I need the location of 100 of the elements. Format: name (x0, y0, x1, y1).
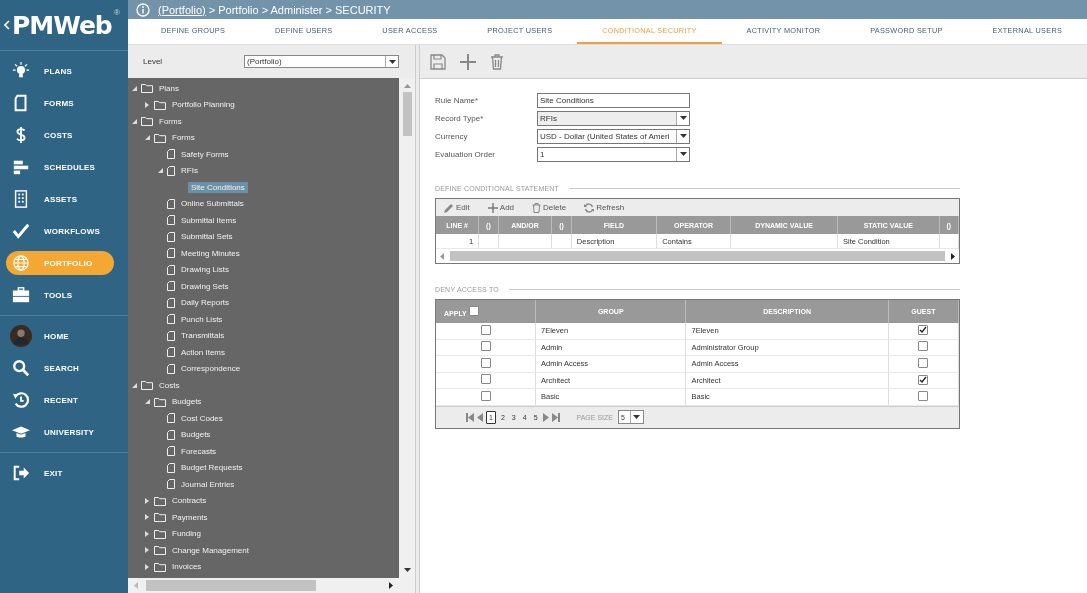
checkbox[interactable] (918, 390, 929, 401)
nav-item[interactable]: TOOLS (6, 279, 122, 311)
toolbar-button[interactable]: Edit (444, 202, 470, 213)
tree-item[interactable]: Site Conditions (188, 181, 248, 193)
tree-item[interactable]: Meeting Minutes (178, 247, 243, 259)
info-icon[interactable] (136, 2, 150, 17)
nav-item[interactable]: HOME (6, 320, 122, 352)
scrollbar-thumb[interactable] (450, 251, 945, 261)
back-icon[interactable] (4, 20, 10, 30)
nav-item[interactable]: EXIT (6, 457, 122, 489)
tree-item[interactable]: Funding (169, 528, 204, 540)
tree-item[interactable]: Submittal Items (178, 214, 240, 226)
nav-item[interactable]: SCHEDULES (6, 151, 122, 183)
delete-icon[interactable] (490, 53, 504, 70)
tree-item[interactable]: Action Items (178, 346, 228, 358)
first-page-icon[interactable] (466, 412, 474, 422)
tree-item[interactable]: RFIs (178, 165, 201, 177)
nav-item[interactable]: ASSETS (6, 183, 122, 215)
dropdown-caret-icon[interactable] (679, 152, 687, 156)
save-icon[interactable] (430, 53, 446, 70)
tree-item[interactable]: Portfolio Planning (169, 99, 238, 111)
checkbox[interactable] (480, 374, 491, 385)
nav-item[interactable]: FORMS (6, 87, 122, 119)
collapse-arrow-icon[interactable] (132, 382, 137, 388)
dropdown-caret-icon[interactable] (388, 59, 396, 64)
collapse-arrow-icon[interactable] (132, 85, 137, 91)
next-page-icon[interactable] (542, 412, 549, 422)
checkbox[interactable] (918, 325, 929, 336)
collapse-arrow-icon[interactable] (145, 135, 150, 141)
tree-item[interactable]: Submittal Sets (178, 231, 236, 243)
tree-item[interactable]: Cost Codes (178, 412, 226, 424)
add-icon[interactable] (460, 53, 476, 70)
tree-item[interactable]: Safety Forms (178, 148, 232, 160)
tree-item[interactable]: Forms (169, 132, 198, 144)
scroll-up-icon[interactable] (403, 84, 411, 88)
scrollbar-thumb[interactable] (146, 580, 316, 591)
tree-item[interactable]: Change Management (169, 544, 252, 556)
document-icon (167, 363, 175, 374)
toolbar-button[interactable]: Add (487, 202, 515, 213)
tree-item[interactable]: Costs (156, 379, 183, 391)
expand-arrow-icon[interactable] (145, 547, 149, 554)
tree-item[interactable]: Plans (156, 82, 182, 94)
checkbox[interactable] (918, 341, 929, 352)
nav-item[interactable]: PLANS (6, 55, 122, 87)
nav-item[interactable]: RECENT (6, 384, 122, 416)
expand-arrow-icon[interactable] (145, 563, 149, 570)
expand-arrow-icon[interactable] (145, 497, 149, 504)
checkbox[interactable] (480, 324, 491, 335)
tree-item[interactable]: Contracts (169, 495, 210, 507)
checkbox[interactable] (918, 374, 929, 385)
expand-arrow-icon[interactable] (145, 101, 149, 108)
tree-item[interactable]: Transmittals (178, 330, 228, 342)
tree-item[interactable]: Punch Lists (178, 313, 226, 325)
tree-item[interactable]: Drawing Sets (178, 280, 232, 292)
collapse-arrow-icon[interactable] (145, 399, 150, 405)
tree-item[interactable]: Budget Requests (178, 462, 246, 474)
tree-item[interactable]: Correspondence (178, 363, 244, 375)
tree-item[interactable]: Online Submittals (178, 198, 247, 210)
nav-item[interactable]: WORKFLOWS (6, 215, 122, 247)
tree-item[interactable]: Forecasts (178, 445, 220, 457)
dropdown-caret-icon[interactable] (679, 134, 687, 138)
folder-icon (141, 380, 153, 391)
level-dropdown[interactable]: (Portfolio) (244, 55, 399, 68)
expand-arrow-icon[interactable] (145, 514, 149, 521)
dropdown[interactable]: USD - Dollar (United States of Ameri (537, 128, 690, 144)
scroll-right-icon[interactable] (951, 252, 955, 260)
collapse-arrow-icon[interactable] (132, 118, 137, 124)
nav-item[interactable]: SEARCH (6, 352, 122, 384)
tree-item[interactable]: Payments (169, 511, 211, 523)
checkbox[interactable] (480, 341, 491, 352)
input-field[interactable]: Site Conditions (537, 92, 690, 108)
folder-icon (154, 512, 166, 523)
checkbox[interactable] (480, 357, 491, 368)
previous-page-icon[interactable] (477, 412, 483, 422)
delete-icon (532, 202, 542, 213)
dropdown[interactable]: 1 (537, 146, 690, 162)
dropdown-caret-icon[interactable] (633, 415, 641, 419)
breadcrumb-link[interactable]: (Portfolio) (158, 3, 206, 16)
scroll-down-icon[interactable] (403, 568, 411, 572)
tree-item[interactable]: Budgets (169, 396, 205, 408)
checkbox[interactable] (480, 390, 491, 401)
checkbox[interactable] (468, 306, 479, 316)
scrollbar-thumb[interactable] (402, 92, 412, 136)
tree-item[interactable]: Journal Entries (178, 478, 238, 490)
tree-item[interactable]: Drawing Lists (178, 264, 232, 276)
folder-icon (154, 132, 166, 143)
scroll-left-icon[interactable] (440, 252, 444, 260)
toolbar-button[interactable]: Refresh (584, 202, 625, 213)
tree-item[interactable]: Budgets (178, 429, 214, 441)
toolbar-button[interactable]: Delete (532, 202, 567, 213)
nav-item[interactable]: COSTS (6, 119, 122, 151)
tree-item[interactable]: Invoices (169, 561, 205, 573)
tree-item[interactable]: Daily Reports (178, 297, 232, 309)
last-page-icon[interactable] (551, 412, 560, 422)
tree-item[interactable]: Forms (156, 115, 185, 127)
scroll-right-icon[interactable] (389, 582, 393, 589)
expand-arrow-icon[interactable] (145, 530, 149, 537)
nav-item[interactable]: UNIVERSITY (6, 416, 122, 448)
collapse-arrow-icon[interactable] (158, 168, 163, 174)
checkbox[interactable] (918, 357, 929, 368)
